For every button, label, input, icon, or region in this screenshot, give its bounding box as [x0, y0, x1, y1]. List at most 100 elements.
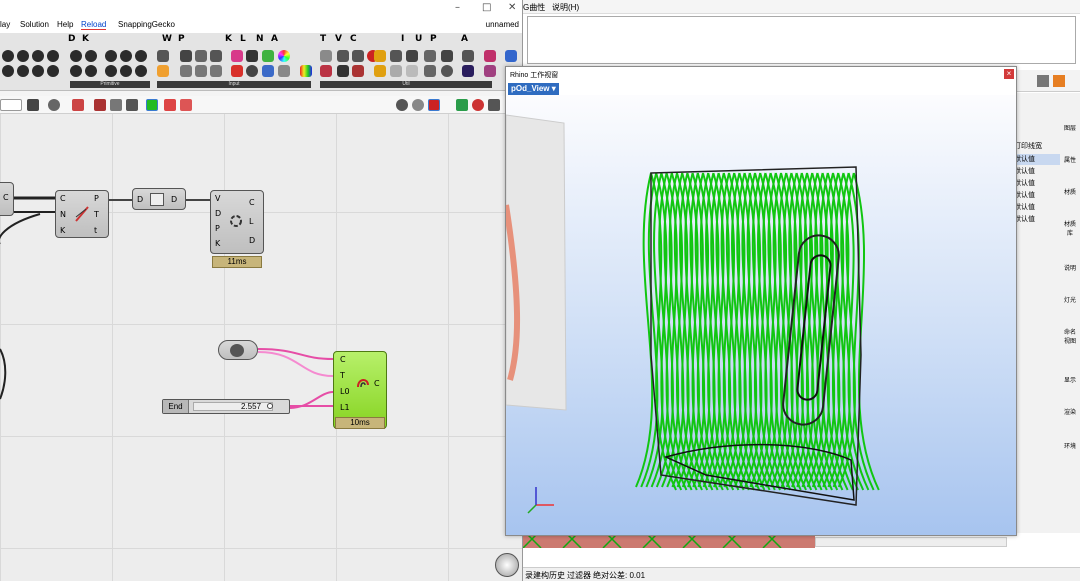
premiere-icon[interactable] [462, 65, 474, 77]
ribbon-tab-a2[interactable]: A [461, 34, 468, 44]
primitive-icon[interactable] [135, 65, 147, 77]
primitive-icon[interactable] [2, 65, 14, 77]
gh-navigation-ball-icon[interactable] [495, 553, 519, 577]
layer-row[interactable]: 默认值 [1012, 154, 1060, 165]
output-pin-c[interactable]: C [3, 193, 9, 202]
number-slider[interactable]: End 2.557 [162, 399, 290, 414]
primitive-icon[interactable] [85, 50, 97, 62]
viewport-3d[interactable] [506, 95, 1016, 535]
util-icon[interactable] [441, 65, 453, 77]
layer-toolbar-icon[interactable] [1037, 75, 1049, 87]
command-history[interactable] [527, 16, 1076, 64]
util-icon[interactable] [337, 50, 349, 62]
ribbon-tab-p2[interactable]: P [430, 34, 437, 44]
preview-shaded-icon[interactable] [428, 99, 440, 111]
primitive-icon[interactable] [105, 65, 117, 77]
ribbon-tab-n[interactable]: N [256, 34, 264, 44]
primitive-icon[interactable] [32, 50, 44, 62]
input-icon[interactable] [246, 65, 258, 77]
ribbon-tab-l[interactable]: L [240, 34, 246, 44]
util-icon[interactable] [424, 65, 436, 77]
close-button[interactable]: ✕ [508, 2, 516, 13]
data-component[interactable]: D D [132, 188, 186, 210]
output-pin-d[interactable]: D [171, 195, 177, 204]
util-icon[interactable] [320, 50, 332, 62]
util-icon[interactable] [462, 50, 474, 62]
sketch-icon[interactable] [72, 99, 84, 111]
translate-icon[interactable] [505, 50, 517, 62]
ribbon-tab-t[interactable]: T [320, 34, 326, 44]
render-icon[interactable] [472, 99, 484, 111]
close-icon[interactable]: × [1004, 69, 1014, 79]
grid-icon[interactable] [110, 99, 122, 111]
primitive-icon[interactable] [47, 65, 59, 77]
wire-icon[interactable] [164, 99, 176, 111]
ribbon-tab-k[interactable]: K [82, 34, 89, 44]
ribbon-tab-i[interactable]: I [401, 34, 404, 44]
input-pin-v[interactable]: V [215, 194, 220, 203]
input-icon[interactable] [210, 65, 222, 77]
util-icon[interactable] [374, 65, 386, 77]
preview-eye-icon[interactable] [48, 99, 60, 111]
ribbon-tab-c[interactable]: C [350, 34, 357, 44]
output-pin-c[interactable]: C [374, 379, 380, 388]
menu-solution[interactable]: Solution [20, 20, 49, 29]
layer-row[interactable]: 默认值 [1012, 178, 1060, 189]
primitive-icon[interactable] [70, 65, 82, 77]
util-icon[interactable] [390, 50, 402, 62]
menu-reload[interactable]: Reload [81, 20, 107, 30]
input-pin-k[interactable]: K [215, 239, 220, 248]
layer-row[interactable]: 默认值 [1012, 214, 1060, 225]
component-stub[interactable]: C [0, 182, 14, 216]
zoom-extents-icon[interactable] [27, 99, 39, 111]
side-tab-rendering[interactable]: 渲染 [1063, 407, 1077, 416]
util-icon[interactable] [352, 65, 364, 77]
menu-display[interactable]: lay [0, 20, 10, 29]
input-pin-p[interactable]: P [215, 224, 220, 233]
side-tab-properties[interactable]: 属性 [1063, 155, 1077, 164]
maximize-button[interactable]: □ [482, 2, 491, 13]
input-icon[interactable] [210, 50, 222, 62]
bake-icon[interactable] [456, 99, 468, 111]
primitive-icon[interactable] [70, 50, 82, 62]
side-tab-layers[interactable]: 图层 [1063, 123, 1077, 132]
output-pin-t[interactable]: t [94, 226, 97, 235]
menu-help[interactable]: Help [57, 20, 73, 29]
shader-toggle-icon[interactable] [146, 99, 158, 111]
input-icon[interactable] [231, 50, 243, 62]
primitive-icon[interactable] [120, 65, 132, 77]
snap-icon[interactable] [126, 99, 138, 111]
ribbon-tab-d[interactable]: D [68, 34, 75, 44]
minimize-button[interactable]: – [455, 2, 460, 13]
primitive-icon[interactable] [47, 50, 59, 62]
side-tab-material-library[interactable]: 材质库 [1063, 219, 1077, 237]
side-tab-environment[interactable]: 环境 [1063, 441, 1077, 450]
layer-toolbar-icon[interactable] [1053, 75, 1065, 87]
ribbon-tab-p[interactable]: P [178, 34, 185, 44]
viewport-titlebar[interactable]: Rhino 工作视窗 × [506, 67, 1016, 81]
layer-row[interactable]: 默认值 [1012, 190, 1060, 201]
ribbon-tab-a[interactable]: A [271, 34, 278, 44]
util-icon[interactable] [337, 65, 349, 77]
input-icon[interactable] [278, 65, 290, 77]
preview-wire-icon[interactable] [412, 99, 424, 111]
zoom-field[interactable] [0, 99, 22, 111]
side-tab-named-views[interactable]: 命名视图 [1063, 327, 1077, 345]
util-icon[interactable] [390, 65, 402, 77]
util-icon[interactable] [484, 50, 496, 62]
primitive-icon[interactable] [32, 65, 44, 77]
primitive-icon[interactable] [2, 50, 14, 62]
output-pin-l[interactable]: L [249, 217, 253, 226]
horizontal-scrollbar[interactable] [815, 537, 1007, 547]
viewport-tab[interactable]: pOd_View ▾ [508, 83, 559, 95]
preview-off-icon[interactable] [396, 99, 408, 111]
ribbon-tab-k2[interactable]: K [225, 34, 232, 44]
color-wheel-icon[interactable] [278, 50, 290, 62]
primitive-icon[interactable] [135, 50, 147, 62]
input-pin-k[interactable]: K [60, 226, 65, 235]
menu-help[interactable]: 说明(H) [552, 2, 579, 13]
util-icon[interactable] [374, 50, 386, 62]
grasshopper-canvas[interactable]: C C N K P T t D D V D P K C L D 11ms C T… [0, 114, 522, 581]
output-pin-p[interactable]: P [94, 194, 99, 203]
output-pin-d[interactable]: D [249, 236, 255, 245]
